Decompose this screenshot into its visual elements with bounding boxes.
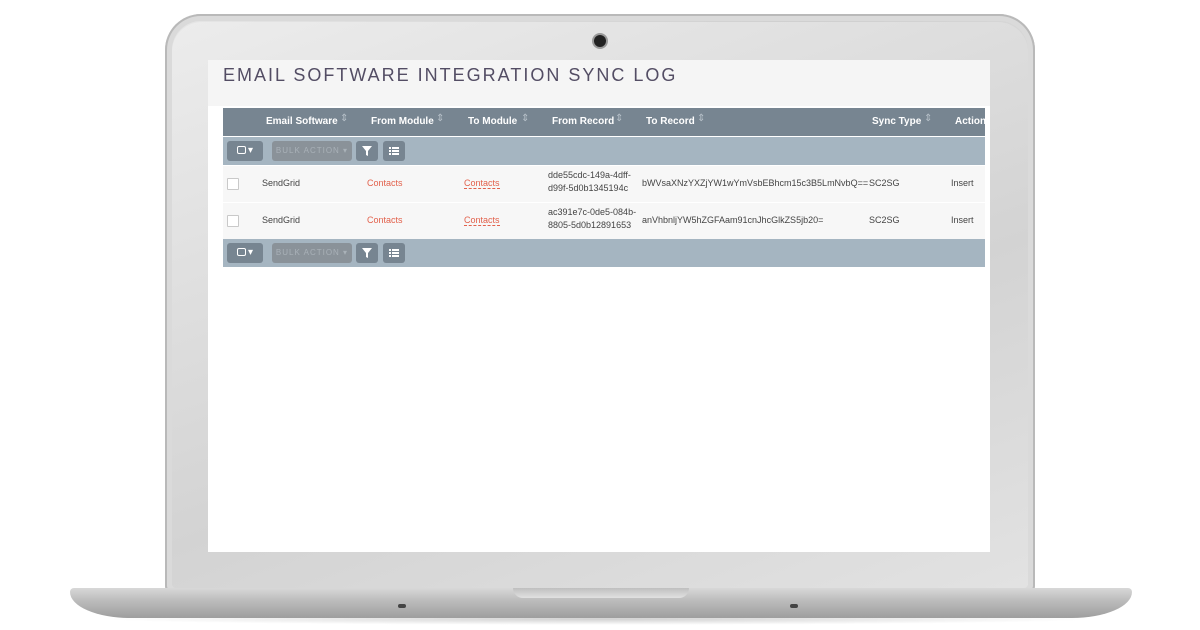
cell-from-record: dde55cdc-149a-4dff- d99f-5d0b1345194c [548,169,631,195]
page-title: EMAIL SOFTWARE INTEGRATION SYNC LOG [223,65,678,85]
filter-icon [362,248,372,259]
from-record-line-1: ac391e7c-0de5-084b- [548,207,637,217]
action-bar-top: ▾ BULK ACTION ▾ [223,137,985,165]
action-bar-bottom: ▾ BULK ACTION ▾ [223,239,985,267]
columns-icon [389,249,399,258]
table-row[interactable]: SendGrid Contacts Contacts ac391e7c-0de5… [223,203,985,240]
column-header-from-module[interactable]: From Module [371,116,434,127]
app-screen: EMAIL SOFTWARE INTEGRATION SYNC LOG Emai… [208,60,990,552]
camera-icon [594,35,606,47]
from-module-link[interactable]: Contacts [367,215,403,225]
columns-button[interactable] [383,141,405,161]
table-row[interactable]: SendGrid Contacts Contacts dde55cdc-149a… [223,166,985,203]
to-module-link[interactable]: Contacts [464,215,500,226]
sort-icon[interactable]: ⇕ [521,113,529,124]
cell-from-record: ac391e7c-0de5-084b- 8805-5d0b12891653 [548,206,636,232]
checkbox-icon [236,248,246,257]
cell-to-record: anVhbnljYW5hZGFAam91cnJhcGlkZS5jb20= [642,215,824,225]
table-header: Email Software ⇕ From Module ⇕ To Module… [223,108,986,136]
chevron-down-icon: ▾ [247,247,254,258]
cell-to-record: bWVsaXNzYXZjYW1wYmVsbEBhcm15c3B5LmNvbQ== [642,178,869,188]
checkbox-icon [236,146,246,155]
laptop-notch [513,588,689,598]
filter-button[interactable] [356,243,378,263]
chevron-down-icon: ▾ [247,145,254,156]
sort-icon[interactable]: ⇕ [615,113,623,124]
from-module-link[interactable]: Contacts [367,178,403,188]
cell-email-software: SendGrid [262,178,301,188]
select-all-dropdown[interactable]: ▾ [227,141,263,161]
row-checkbox[interactable] [227,215,239,227]
bulk-action-button[interactable]: BULK ACTION ▾ [272,141,352,161]
bulk-action-button[interactable]: BULK ACTION ▾ [272,243,352,263]
column-header-sync-type[interactable]: Sync Type [872,116,921,127]
columns-icon [389,147,399,156]
column-header-from-record[interactable]: From Record [552,116,614,127]
column-header-to-module[interactable]: To Module [468,116,517,127]
column-header-to-record[interactable]: To Record [646,116,695,127]
from-record-line-1: dde55cdc-149a-4dff- [548,170,631,180]
sort-icon[interactable]: ⇕ [697,113,705,124]
from-record-line-2: d99f-5d0b1345194c [548,183,629,193]
cell-sync-type: SC2SG [869,215,900,225]
sort-icon[interactable]: ⇕ [340,113,348,124]
column-header-action[interactable]: Action [955,116,986,127]
cell-email-software: SendGrid [262,215,301,225]
filter-button[interactable] [356,141,378,161]
cell-sync-type: SC2SG [869,178,900,188]
to-module-link[interactable]: Contacts [464,178,500,189]
select-all-dropdown[interactable]: ▾ [227,243,263,263]
laptop-foot-left [398,604,406,608]
row-checkbox[interactable] [227,178,239,190]
filter-icon [362,146,372,157]
laptop-foot-right [790,604,798,608]
column-header-email-software[interactable]: Email Software [266,116,338,127]
cell-action: Insert [951,215,974,225]
sort-icon[interactable]: ⇕ [924,113,932,124]
cell-action: Insert [951,178,974,188]
sort-icon[interactable]: ⇕ [436,113,444,124]
columns-button[interactable] [383,243,405,263]
from-record-line-2: 8805-5d0b12891653 [548,220,632,230]
